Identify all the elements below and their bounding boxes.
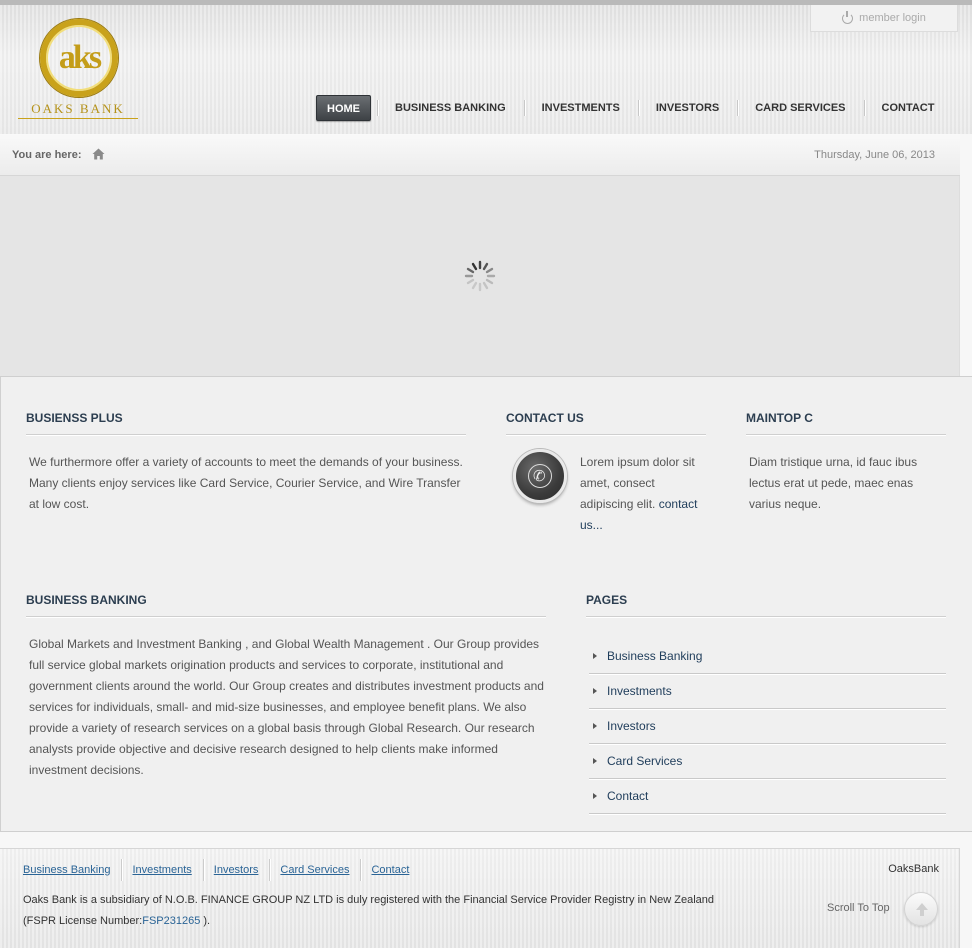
business-banking-title: BUSINESS BANKING bbox=[26, 593, 546, 617]
business-plus-text: We furthermore offer a variety of accoun… bbox=[29, 455, 463, 511]
footer: Business Banking Investments Investors C… bbox=[0, 848, 960, 948]
pages-link-business-banking[interactable]: Business Banking bbox=[607, 649, 702, 663]
business-banking-text: Global Markets and Investment Banking , … bbox=[29, 637, 544, 777]
nav-home[interactable]: HOME bbox=[316, 95, 371, 121]
spinner-icon bbox=[464, 260, 496, 292]
slideshow bbox=[0, 176, 960, 376]
footer-link-investors[interactable]: Investors bbox=[202, 859, 270, 881]
contact-us-body: ✆ Lorem ipsum dolor sit amet, consect ad… bbox=[506, 449, 706, 536]
logo-underline bbox=[18, 118, 138, 119]
scroll-to-top-label[interactable]: Scroll To Top bbox=[827, 902, 890, 914]
breadcrumb: You are here: Thursday, June 06, 2013 bbox=[0, 134, 960, 176]
main-content: BUSIENSS PLUS We furthermore offer a var… bbox=[0, 376, 972, 832]
pages-link-investments[interactable]: Investments bbox=[607, 684, 672, 698]
footer-link-contact[interactable]: Contact bbox=[360, 859, 420, 881]
home-icon[interactable] bbox=[92, 148, 105, 160]
pages-item[interactable]: Investors bbox=[589, 709, 946, 744]
contact-us-module: CONTACT US ✆ Lorem ipsum dolor sit amet,… bbox=[506, 411, 706, 536]
maintop-c-title: MAINTOP C bbox=[746, 411, 946, 435]
copyright-end: ). bbox=[200, 915, 211, 927]
footer-link-business-banking[interactable]: Business Banking bbox=[12, 859, 121, 881]
arrow-up-icon bbox=[916, 903, 928, 916]
pages-item[interactable]: Investments bbox=[589, 674, 946, 709]
footer-copyright: Oaks Bank is a subsidiary of N.O.B. FINA… bbox=[23, 890, 733, 932]
copyright-text: Oaks Bank is a subsidiary of N.O.B. FINA… bbox=[23, 894, 715, 927]
pages-title: PAGES bbox=[586, 593, 946, 617]
logo-monogram: aks bbox=[58, 39, 102, 76]
logo-name: OAKS BANK bbox=[31, 101, 125, 116]
footer-nav: Business Banking Investments Investors C… bbox=[12, 859, 420, 881]
nav-investments[interactable]: INVESTMENTS bbox=[523, 95, 638, 121]
contact-us-title: CONTACT US bbox=[506, 411, 706, 435]
maintop-c-module: MAINTOP C Diam tristique urna, id fauc i… bbox=[746, 411, 946, 515]
pages-link-investors[interactable]: Investors bbox=[607, 719, 656, 733]
member-login-label: member login bbox=[859, 12, 926, 24]
main-nav: HOME BUSINESS BANKING INVESTMENTS INVEST… bbox=[316, 95, 952, 121]
business-plus-title: BUSIENSS PLUS bbox=[26, 411, 466, 435]
footer-link-investments[interactable]: Investments bbox=[121, 859, 202, 881]
license-link[interactable]: FSP231265 bbox=[142, 915, 200, 927]
current-date: Thursday, June 06, 2013 bbox=[814, 149, 935, 161]
member-login-button[interactable]: member login bbox=[810, 5, 958, 32]
business-plus-module: BUSIENSS PLUS We furthermore offer a var… bbox=[26, 411, 466, 515]
breadcrumb-label: You are here: bbox=[12, 149, 82, 161]
pages-item[interactable]: Business Banking bbox=[589, 639, 946, 674]
nav-business-banking[interactable]: BUSINESS BANKING bbox=[377, 95, 524, 121]
nav-investors[interactable]: INVESTORS bbox=[637, 95, 737, 121]
pages-item[interactable]: Contact bbox=[589, 779, 946, 814]
power-icon bbox=[842, 10, 854, 24]
business-banking-module: BUSINESS BANKING Global Markets and Inve… bbox=[26, 593, 546, 781]
pages-link-contact[interactable]: Contact bbox=[607, 789, 648, 803]
pages-module: PAGES Business Banking Investments Inves… bbox=[586, 593, 946, 814]
nav-contact[interactable]: CONTACT bbox=[863, 95, 953, 121]
header: aks OAKS BANK member login HOME BUSINESS… bbox=[0, 0, 972, 134]
phone-icon: ✆ bbox=[513, 449, 567, 503]
pages-list: Business Banking Investments Investors C… bbox=[586, 639, 946, 814]
footer-brand: OaksBank bbox=[888, 863, 939, 875]
footer-link-card-services[interactable]: Card Services bbox=[269, 859, 360, 881]
scroll-to-top-button[interactable] bbox=[904, 892, 938, 926]
pages-item[interactable]: Card Services bbox=[589, 744, 946, 779]
maintop-c-text: Diam tristique urna, id fauc ibus lectus… bbox=[749, 455, 918, 511]
logo[interactable]: aks OAKS BANK bbox=[18, 17, 138, 121]
pages-link-card-services[interactable]: Card Services bbox=[607, 754, 682, 768]
nav-card-services[interactable]: CARD SERVICES bbox=[737, 95, 863, 121]
